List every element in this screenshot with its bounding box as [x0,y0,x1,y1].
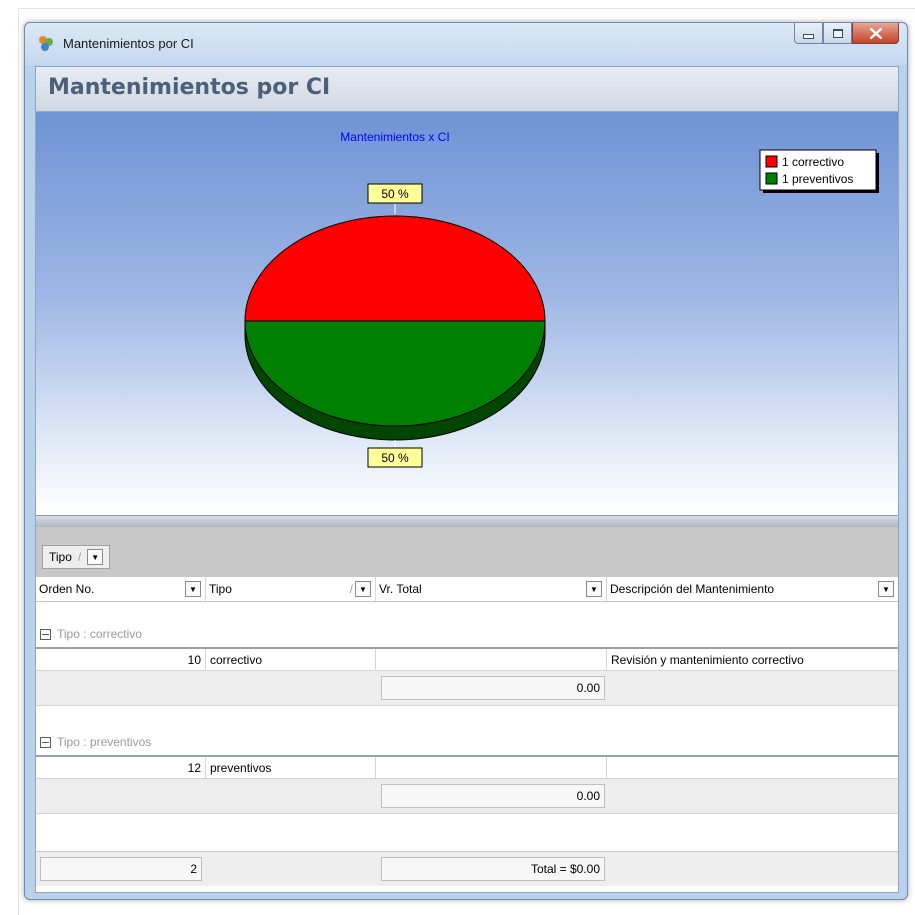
app-window: Mantenimientos por CI Mantenimientos por… [24,22,908,900]
group-summary-row: 0.00 [36,779,898,814]
column-headers: Orden No. ▼ Tipo / ▼ Vr. Total ▼ Descrip… [36,577,898,602]
cell-orden: 10 [36,649,206,671]
legend-label: 1 preventivos [782,172,853,186]
cell-descripcion [607,757,898,779]
cell-tipo: preventivos [206,757,376,779]
cell-descripcion: Revisión y mantenimiento correctivo [607,649,898,671]
table-row[interactable]: 10 correctivo Revisión y mantenimiento c… [36,649,898,671]
legend-swatch [765,172,778,185]
chart-title: Mantenimientos x CI [340,130,449,144]
backdrop-line-top [18,8,915,9]
group-subtotal: 0.00 [381,676,605,700]
column-header-label: Vr. Total [379,582,422,596]
group-row-label: Tipo : correctivo [57,627,142,641]
group-subtotal: 0.00 [381,784,605,808]
table-row[interactable]: 12 preventivos [36,757,898,779]
column-header-label: Descripción del Mantenimiento [610,582,775,596]
backdrop-line-left [18,8,19,915]
cell-orden: 12 [36,757,206,779]
footer-count: 2 [40,857,202,881]
title-bar[interactable]: Mantenimientos por CI [25,23,907,65]
sort-indicator-icon: / [77,550,82,564]
maximize-icon [832,28,843,38]
sort-indicator-icon: / [349,582,353,596]
chart-legend: 1 correctivo 1 preventivos [759,149,879,193]
dropdown-arrow-icon[interactable]: ▼ [185,581,201,597]
column-header-label: Tipo [209,582,232,596]
client-area: Mantenimientos por CI Mantenimientos x C… [35,66,899,893]
column-header-descripcion[interactable]: Descripción del Mantenimiento ▼ [607,577,898,601]
cell-tipo: correctivo [206,649,376,671]
data-label: 50 % [381,187,409,201]
data-grid: Tipo / ▼ Orden No. ▼ Tipo / ▼ Vr. Total … [36,527,898,892]
dropdown-arrow-icon[interactable]: ▼ [586,581,602,597]
close-icon [869,27,882,39]
column-header-label: Orden No. [39,582,95,596]
dropdown-arrow-icon[interactable]: ▼ [355,581,371,597]
legend-label: 1 correctivo [782,155,844,169]
maximize-button[interactable] [823,23,852,44]
group-row-correctivo[interactable]: Tipo : correctivo [36,623,898,645]
collapse-icon[interactable] [40,628,51,640]
window-title: Mantenimientos por CI [63,36,194,51]
footer-total: Total = $0.00 [381,857,605,881]
group-chip-tipo[interactable]: Tipo / ▼ [42,545,111,569]
collapse-icon[interactable] [40,736,51,748]
pie-slice[interactable] [244,215,546,322]
minimize-button[interactable] [794,23,823,44]
cell-vr-total [376,757,607,779]
group-summary-row: 0.00 [36,671,898,706]
report-header: Mantenimientos por CI [36,67,898,112]
page-title: Mantenimientos por CI [48,75,331,100]
group-chip-label: Tipo [49,550,72,564]
app-icon [39,36,53,51]
group-by-panel: Tipo / ▼ [36,527,898,577]
grid-footer: 2 Total = $0.00 [36,851,898,886]
minimize-icon [803,34,814,39]
window-controls [794,23,899,45]
group-row-preventivos[interactable]: Tipo : preventivos [36,731,898,753]
pie-chart-panel: Mantenimientos x CI 50 % 50 % 1 correctiv… [36,112,898,515]
column-header-orden[interactable]: Orden No. ▼ [36,577,206,601]
group-row-label: Tipo : preventivos [57,735,152,749]
column-header-vr-total[interactable]: Vr. Total ▼ [376,577,607,601]
dropdown-arrow-icon[interactable]: ▼ [878,581,894,597]
cell-vr-total [376,649,607,671]
legend-swatch [765,155,778,168]
column-header-tipo[interactable]: Tipo / ▼ [206,577,376,601]
pie-chart: Mantenimientos x CI 50 % 50 % 1 correctiv… [244,130,879,468]
close-button[interactable] [852,23,899,44]
dropdown-arrow-icon[interactable]: ▼ [87,549,104,565]
data-label: 50 % [381,451,409,465]
